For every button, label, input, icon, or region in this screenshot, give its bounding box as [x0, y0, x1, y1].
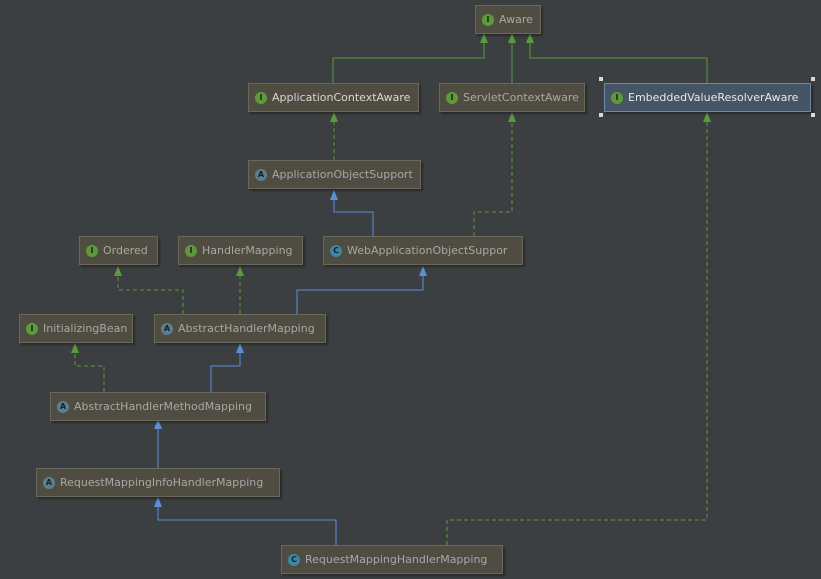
interface-icon: I — [446, 91, 458, 104]
node-label: ApplicationContextAware — [272, 91, 411, 104]
arrowhead-acaware — [330, 112, 338, 122]
node-label: ApplicationObjectSupport — [272, 168, 413, 181]
node-handler-mapping[interactable]: I HandlerMapping — [178, 236, 303, 265]
edge-ahmm-to-ahm — [210, 351, 241, 392]
node-application-context-aware[interactable]: I ApplicationContextAware — [248, 83, 419, 112]
edge-waos-to-aos — [333, 198, 374, 236]
arrowhead-aos — [330, 190, 338, 200]
node-label: AbstractHandlerMapping — [178, 322, 315, 335]
arrowhead-rmihm — [154, 497, 162, 507]
node-label: HandlerMapping — [202, 244, 293, 257]
node-embedded-value-resolver-aware[interactable]: I EmbeddedValueResolverAware — [604, 83, 811, 112]
node-abstract-handler-method-mapping[interactable]: A AbstractHandlerMethodMapping — [50, 392, 266, 421]
node-request-mapping-info-handler-mapping[interactable]: A RequestMappingInfoHandlerMapping — [36, 468, 280, 497]
edge-waos-to-scaware — [473, 120, 513, 236]
node-initializing-bean[interactable]: I InitializingBean — [19, 314, 133, 343]
abstract-class-icon: A — [161, 322, 173, 335]
arrowhead-ahm — [236, 343, 244, 353]
edge-ahm-to-ordered — [117, 274, 184, 314]
selection-handle[interactable] — [811, 113, 815, 117]
arrowhead-scaware — [508, 112, 516, 122]
interface-icon: I — [86, 244, 98, 257]
class-icon: C — [288, 553, 300, 566]
node-label: Ordered — [103, 244, 148, 257]
node-label: WebApplicationObjectSuppor — [347, 244, 508, 257]
interface-icon: I — [185, 244, 197, 257]
edge-rmhm-to-evraware — [446, 120, 708, 545]
node-label: AbstractHandlerMethodMapping — [74, 400, 252, 413]
abstract-class-icon: A — [57, 400, 69, 413]
node-request-mapping-handler-mapping[interactable]: C RequestMappingHandlerMapping — [281, 545, 503, 574]
edge-ahmm-to-initializingbean — [74, 351, 105, 392]
node-servlet-context-aware[interactable]: I ServletContextAware — [439, 83, 585, 112]
node-label: Aware — [499, 13, 533, 26]
arrowhead-handlermapping — [236, 266, 244, 276]
edge-ahm-to-waos — [296, 274, 424, 314]
arrowhead-waos — [419, 266, 427, 276]
arrowhead-initializingbean — [71, 343, 79, 353]
node-aware[interactable]: I Aware — [475, 5, 541, 34]
selection-handle[interactable] — [599, 113, 603, 117]
node-application-object-support[interactable]: A ApplicationObjectSupport — [248, 160, 421, 189]
interface-icon: I — [26, 322, 38, 335]
interface-icon: I — [482, 13, 494, 26]
node-label: EmbeddedValueResolverAware — [628, 91, 799, 104]
node-label: ServletContextAware — [463, 91, 579, 104]
abstract-class-icon: A — [255, 168, 267, 181]
node-abstract-handler-mapping[interactable]: A AbstractHandlerMapping — [154, 314, 326, 343]
arrowhead-aware-mid — [508, 33, 516, 43]
arrowhead-aware-right — [526, 33, 534, 43]
interface-icon: I — [611, 91, 623, 104]
node-label: RequestMappingInfoHandlerMapping — [60, 476, 264, 489]
arrowhead-aware-left — [480, 33, 488, 43]
edge-evraware-to-aware — [529, 36, 708, 83]
abstract-class-icon: A — [43, 476, 55, 489]
edge-rmhm-to-rmihm — [157, 505, 337, 545]
edge-acaware-to-aware — [332, 36, 485, 83]
node-label: RequestMappingHandlerMapping — [305, 553, 488, 566]
interface-icon: I — [255, 91, 267, 104]
selection-handle[interactable] — [811, 77, 815, 81]
class-icon: C — [330, 244, 342, 257]
node-web-application-object-support[interactable]: C WebApplicationObjectSuppor — [323, 236, 523, 265]
selection-handle[interactable] — [599, 77, 603, 81]
arrowhead-ordered — [114, 266, 122, 276]
arrowhead-evraware — [703, 112, 711, 122]
node-ordered[interactable]: I Ordered — [79, 236, 158, 265]
node-label: InitializingBean — [43, 322, 128, 335]
